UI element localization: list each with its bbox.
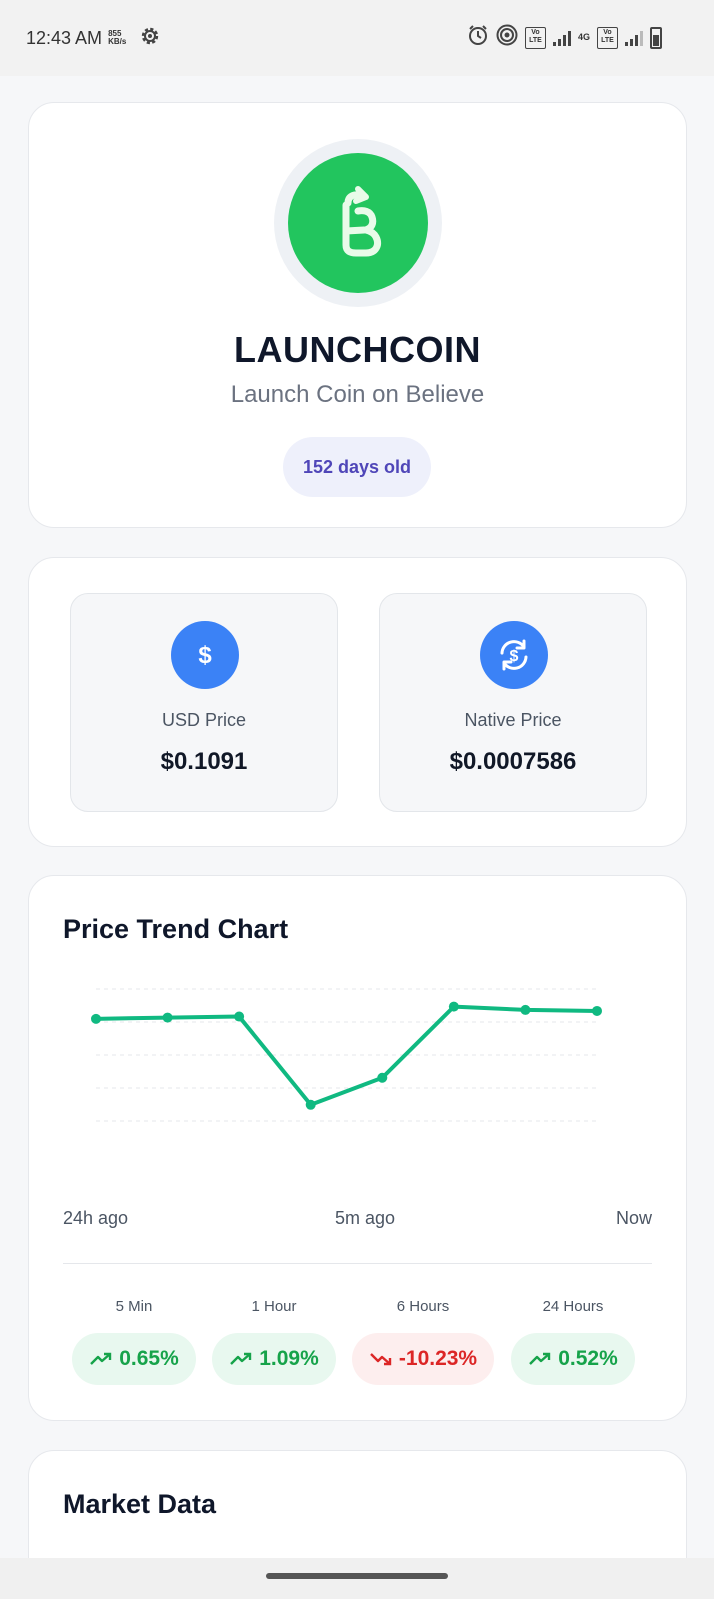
change-pill: 1.09% bbox=[212, 1333, 336, 1385]
status-time: 12:43 AM bbox=[26, 27, 103, 48]
change-pill: 0.52% bbox=[511, 1333, 635, 1385]
hotspot-icon bbox=[496, 24, 518, 51]
launchcoin-logo-icon bbox=[342, 186, 382, 257]
chart-point[interactable] bbox=[377, 1072, 388, 1083]
chart-point[interactable] bbox=[91, 1013, 101, 1024]
chart-point[interactable] bbox=[162, 1012, 173, 1023]
token-symbol: LAUNCHCOIN bbox=[234, 329, 481, 370]
market-data-title: Market Data bbox=[63, 1489, 217, 1519]
change-6hours: 6 Hours -10.23% bbox=[352, 1298, 494, 1385]
x-label-start: 24h ago bbox=[63, 1208, 129, 1228]
signal-icon-2 bbox=[625, 30, 643, 46]
chart-point[interactable] bbox=[592, 1005, 602, 1016]
volte-badge-2: Vo LTE bbox=[597, 26, 618, 49]
change-value: 0.52% bbox=[558, 1347, 618, 1370]
change-value: 0.65% bbox=[119, 1347, 179, 1370]
home-indicator[interactable] bbox=[266, 1573, 448, 1579]
token-name: Launch Coin on Believe bbox=[230, 381, 485, 408]
signal-icon bbox=[553, 30, 571, 46]
trend-down-icon bbox=[370, 1353, 392, 1366]
chart-series-line bbox=[95, 1004, 598, 1107]
change-24hours: 24 Hours 0.52% bbox=[511, 1298, 635, 1385]
usd-price-value: $0.1091 bbox=[160, 748, 248, 775]
price-trend-card: Price Trend Chart 24h ago 5m ago Now 5 M… bbox=[28, 875, 687, 1421]
trend-up-icon bbox=[529, 1352, 551, 1365]
usd-price-label: USD Price bbox=[161, 710, 246, 730]
battery-icon bbox=[650, 26, 662, 49]
net-speed-unit: KB/s bbox=[108, 37, 127, 46]
volte-badge-1: Vo LTE bbox=[525, 26, 546, 49]
price-card: $ USD Price $0.1091 $ Native Price $0.00… bbox=[28, 557, 687, 847]
network-type: 4G bbox=[578, 32, 591, 42]
price-trend-chart bbox=[91, 988, 602, 1122]
svg-text:$: $ bbox=[198, 642, 212, 669]
chart-point[interactable] bbox=[448, 1001, 459, 1012]
x-label-mid: 5m ago bbox=[335, 1208, 396, 1228]
change-pill: -10.23% bbox=[352, 1333, 494, 1385]
trend-up-icon bbox=[230, 1352, 252, 1365]
alarm-icon bbox=[467, 24, 489, 51]
token-age-badge: 152 days old bbox=[283, 437, 431, 497]
native-price-label: Native Price bbox=[464, 710, 562, 730]
change-value: -10.23% bbox=[398, 1347, 478, 1370]
change-label: 6 Hours bbox=[396, 1298, 450, 1315]
change-1hour: 1 Hour 1.09% bbox=[212, 1298, 336, 1385]
gear-icon bbox=[138, 24, 162, 53]
status-bar: 12:43 AM 855 KB/s Vo LTE 4G Vo LTE bbox=[0, 0, 714, 76]
native-price-box: $ Native Price $0.0007586 bbox=[379, 593, 647, 812]
trend-up-icon bbox=[90, 1352, 112, 1365]
dollar-icon: $ bbox=[171, 621, 239, 689]
native-price-value: $0.0007586 bbox=[449, 748, 577, 775]
token-logo bbox=[288, 153, 428, 293]
net-speed: 855 KB/s bbox=[108, 30, 126, 46]
x-label-end: Now bbox=[615, 1208, 652, 1228]
chart-divider bbox=[63, 1263, 652, 1264]
change-value: 1.09% bbox=[259, 1347, 319, 1370]
token-logo-ring bbox=[274, 139, 442, 307]
chart-point[interactable] bbox=[520, 1004, 531, 1015]
change-label: 5 Min bbox=[115, 1298, 153, 1315]
currency-exchange-icon: $ bbox=[480, 621, 548, 689]
change-pill: 0.65% bbox=[72, 1333, 196, 1385]
system-nav-bar bbox=[0, 1558, 714, 1599]
token-header-card: LAUNCHCOIN Launch Coin on Believe 152 da… bbox=[28, 102, 687, 528]
change-label: 24 Hours bbox=[542, 1298, 604, 1315]
usd-price-box: $ USD Price $0.1091 bbox=[70, 593, 338, 812]
chart-point[interactable] bbox=[305, 1099, 316, 1110]
svg-text:$: $ bbox=[510, 648, 519, 665]
chart-point[interactable] bbox=[234, 1011, 245, 1022]
change-5min: 5 Min 0.65% bbox=[72, 1298, 196, 1385]
change-label: 1 Hour bbox=[251, 1298, 297, 1315]
